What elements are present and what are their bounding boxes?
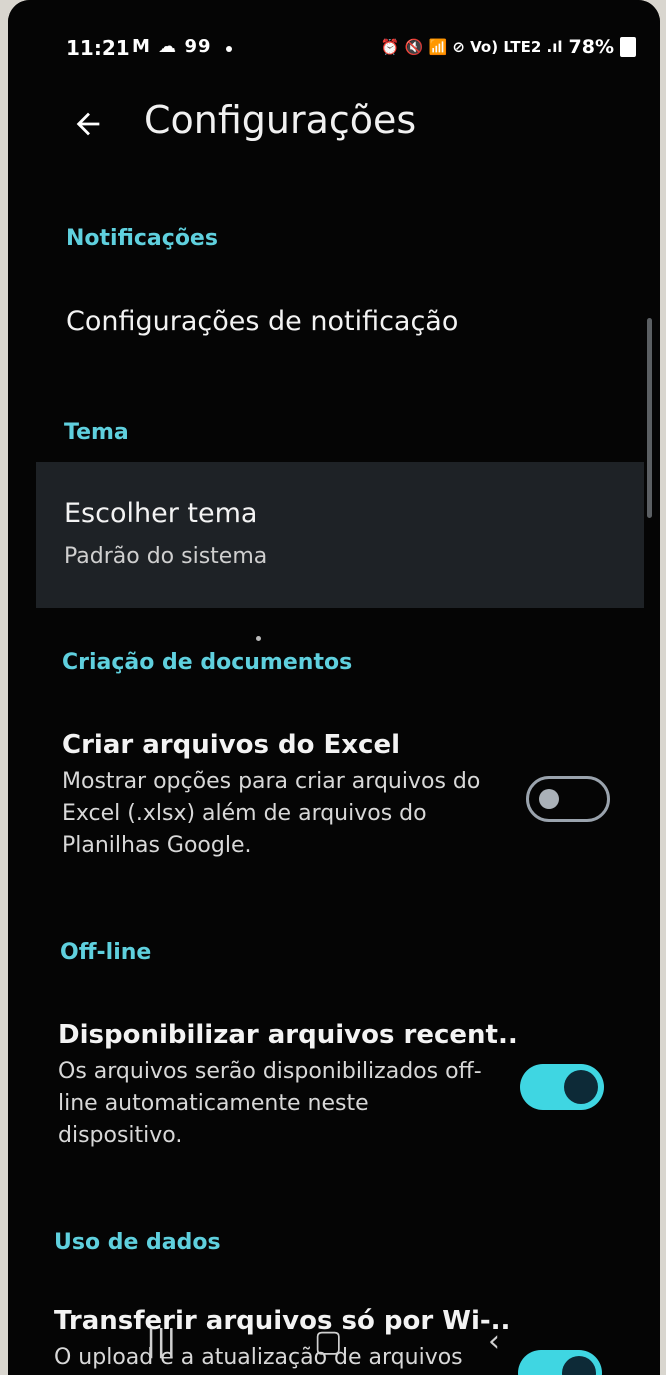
notification-settings-item[interactable]: Configurações de notificação [66,306,458,337]
battery-icon [620,37,636,57]
nav-back-button[interactable]: ‹ [488,1324,500,1359]
back-button[interactable] [66,96,110,152]
status-time: 11:21 [66,36,130,60]
home-button[interactable]: ▢ [314,1324,342,1359]
app-bar: Configurações [8,90,660,160]
section-header-notifications: Notificações [66,226,218,251]
choose-theme-value: Padrão do sistema [64,544,268,569]
arrow-left-icon [76,112,100,136]
toggle-knob [539,789,559,809]
create-excel-title: Criar arquivos do Excel [62,730,400,760]
offline-recent-description: Os arquivos serão disponibilizados off-l… [58,1059,482,1148]
section-header-data-usage: Uso de dados [54,1230,221,1255]
choose-theme-title: Escolher tema [64,498,258,529]
system-nav-bar: ||| ▢ ‹ [8,1310,660,1375]
page-title: Configurações [144,98,417,142]
decorative-dot [256,636,261,641]
choose-theme-item[interactable]: Escolher tema Padrão do sistema [36,462,644,608]
offline-recent-toggle[interactable] [520,1064,604,1110]
create-excel-description: Mostrar opções para criar arquivos do Ex… [62,769,481,858]
section-header-theme: Tema [64,420,129,445]
phone-frame: 11:21 M ☁ 99 ⏰ 🔇 📶 ⊘ Vo) LTE2 .ıl 78% Co… [8,0,660,1375]
settings-screen: 11:21 M ☁ 99 ⏰ 🔇 📶 ⊘ Vo) LTE2 .ıl 78% Co… [8,0,660,1375]
scrollbar[interactable] [647,318,652,518]
system-status-icons: ⏰ 🔇 📶 ⊘ Vo) LTE2 .ıl [380,38,563,56]
status-right-group: ⏰ 🔇 📶 ⊘ Vo) LTE2 .ıl 78% [381,36,636,58]
toggle-knob [564,1070,598,1104]
status-bar: 11:21 M ☁ 99 ⏰ 🔇 📶 ⊘ Vo) LTE2 .ıl 78% [8,30,660,70]
section-header-doc-creation: Criação de documentos [62,650,353,675]
more-notifications-dot-icon [226,46,232,52]
notification-icons: M ☁ 99 [132,36,212,57]
battery-percentage: 78% [568,36,614,58]
create-excel-files-preference[interactable]: Criar arquivos do Excel Mostrar opções p… [62,730,502,862]
section-header-offline: Off-line [60,940,152,965]
offline-recent-title: Disponibilizar arquivos recent.. [58,1020,518,1050]
offline-recent-files-preference[interactable]: Disponibilizar arquivos recent.. Os arqu… [58,1020,518,1152]
recents-button[interactable]: ||| [146,1324,176,1359]
create-excel-toggle[interactable] [526,776,610,822]
